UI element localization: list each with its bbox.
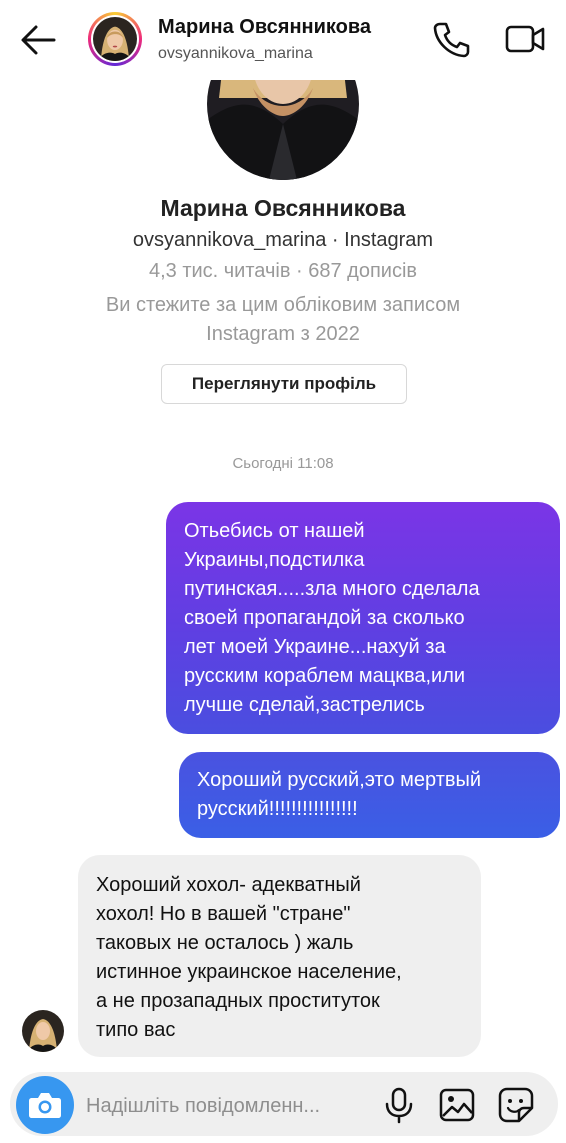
message-line: таковых не осталось ) жаль (96, 932, 354, 954)
back-button[interactable] (18, 22, 58, 58)
avatar-image (93, 17, 137, 61)
view-profile-button[interactable]: Переглянути профіль (161, 364, 407, 404)
message-line: Отьебись от нашей (184, 520, 365, 542)
phone-icon (433, 22, 470, 58)
message-line: своей пропагандой за сколько (184, 607, 465, 629)
message-timestamp: Сьогодні 11:08 (232, 455, 334, 472)
voice-call-button[interactable] (430, 18, 472, 60)
message-input[interactable] (86, 1092, 370, 1120)
message-line: лучше сделай,застрелись (184, 694, 425, 716)
header-username: ovsyannikova_marina (158, 45, 313, 62)
message-line: русским кораблем мацква,или (184, 665, 466, 687)
profile-stats: 4,3 тис. читачів · 687 дописів (148, 260, 418, 282)
message-line: истинное украинское население, (96, 961, 402, 983)
voice-message-button[interactable] (380, 1086, 418, 1124)
message-line: хохол! Но в вашей "стране" (96, 903, 351, 925)
follow-info-line: Instagram з 2022 (206, 323, 360, 345)
arrow-left-icon (21, 25, 56, 55)
message-line: Украины,подстилка (184, 549, 365, 571)
chat-header: Марина Овсянникова ovsyannikova_marina (0, 0, 566, 80)
header-contact-name[interactable]: Марина Овсянникова (158, 16, 371, 39)
sticker-button[interactable] (496, 1086, 536, 1124)
profile-name: Марина Овсянникова (160, 195, 406, 221)
message-line: путинская.....зла много сделала (184, 578, 480, 600)
camera-icon (29, 1093, 61, 1118)
camera-button[interactable] (16, 1076, 74, 1134)
message-line: типо вас (96, 1019, 176, 1041)
gallery-button[interactable] (438, 1086, 476, 1124)
message-line: Хороший хохол- адекватный (96, 874, 361, 896)
header-avatar[interactable] (88, 12, 142, 66)
message-line: а не прозападных проституток (96, 990, 380, 1012)
message-line: русский!!!!!!!!!!!!!!!! (197, 798, 358, 820)
message-line: Хороший русский,это мертвый (197, 769, 482, 791)
sender-avatar[interactable] (22, 1010, 64, 1052)
profile-follow-info: Ви стежите за цим обліковим записом Inst… (50, 291, 516, 349)
incoming-message-bubble[interactable]: Хороший хохол- адекватный хохол! Но в ва… (78, 855, 481, 1057)
video-camera-icon (505, 25, 545, 53)
follow-info-line: Ви стежите за цим обліковим записом (105, 294, 461, 316)
outgoing-message-bubble[interactable]: Отьебись от нашей Украины,подстилка пути… (166, 502, 560, 734)
sticker-icon (498, 1087, 534, 1123)
profile-handle: ovsyannikova_marina · Instagram (132, 229, 434, 251)
message-line: лет моей Украине...нахуй за (184, 636, 446, 658)
microphone-icon (385, 1087, 413, 1124)
outgoing-message-bubble[interactable]: Хороший русский,это мертвый русский!!!!!… (179, 752, 560, 838)
video-call-button[interactable] (502, 18, 548, 60)
gallery-icon (439, 1088, 475, 1122)
